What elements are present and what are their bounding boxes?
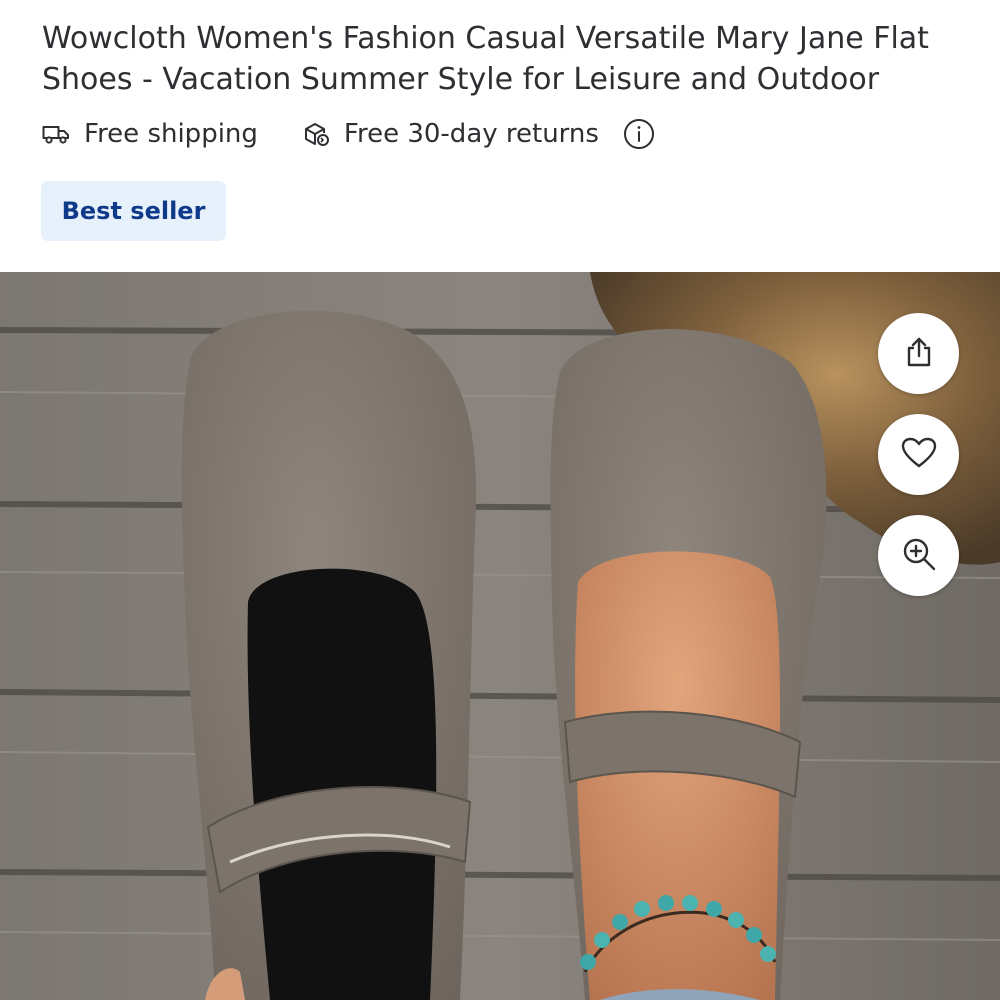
free-shipping: Free shipping — [42, 119, 258, 149]
free-shipping-label: Free shipping — [84, 119, 258, 149]
product-photo — [0, 272, 1000, 1000]
zoom-in-icon — [901, 536, 937, 576]
free-returns-label: Free 30-day returns — [343, 119, 599, 149]
free-returns: Free 30-day returns — [302, 119, 599, 149]
fulfillment-info: Free shipping Free 30-day returns — [42, 112, 655, 156]
product-title: Wowcloth Women's Fashion Casual Versatil… — [42, 21, 929, 97]
best-seller-badge: Best seller — [41, 181, 226, 241]
product-image[interactable] — [0, 272, 1000, 1000]
favorite-button[interactable] — [878, 414, 959, 495]
returns-box-icon — [302, 120, 330, 148]
heart-icon — [901, 437, 937, 473]
truck-icon — [42, 123, 70, 145]
share-icon — [902, 335, 936, 373]
info-icon[interactable] — [623, 118, 655, 150]
share-button[interactable] — [878, 313, 959, 394]
zoom-button[interactable] — [878, 515, 959, 596]
